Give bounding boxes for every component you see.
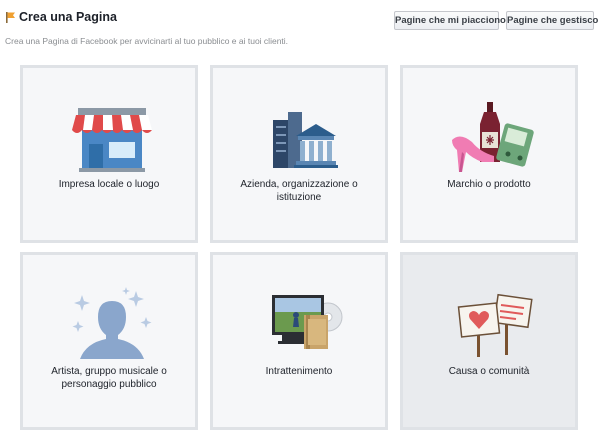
products-icon	[452, 102, 534, 172]
category-cause-community[interactable]: Causa o comunità	[400, 252, 578, 430]
artist-silhouette-icon	[72, 287, 152, 359]
category-brand-product[interactable]: Marchio o prodotto	[400, 65, 578, 243]
category-label: Azienda, organizzazione o istituzione	[240, 179, 358, 203]
page-subtitle: Crea una Pagina di Facebook per avvicina…	[5, 36, 289, 46]
buildings-icon	[273, 112, 338, 168]
category-company[interactable]: Azienda, organizzazione o istituzione	[210, 65, 388, 243]
protest-signs-icon	[457, 293, 533, 357]
category-label: Impresa locale o luogo	[58, 179, 160, 190]
category-entertainment[interactable]: Intrattenimento	[210, 252, 388, 430]
storefront-icon	[72, 108, 152, 172]
page-title: Crea una Pagina	[19, 10, 117, 24]
page-header: Crea una Pagina Pagine che mi piacciono …	[0, 0, 600, 34]
category-label: Causa o comunità	[448, 366, 530, 377]
category-artist-public-figure[interactable]: Artista, gruppo musicale o personaggio p…	[20, 252, 198, 430]
liked-pages-button[interactable]: Pagine che mi piacciono	[394, 11, 506, 30]
managed-pages-button[interactable]: Pagine che gestisco	[506, 11, 598, 30]
category-label: Marchio o prodotto	[447, 179, 531, 190]
category-local-business[interactable]: Impresa locale o luogo	[20, 65, 198, 243]
entertainment-icon	[272, 295, 343, 349]
flag-icon	[6, 12, 15, 23]
category-label: Artista, gruppo musicale o personaggio p…	[51, 366, 167, 390]
category-label: Intrattenimento	[265, 366, 333, 377]
